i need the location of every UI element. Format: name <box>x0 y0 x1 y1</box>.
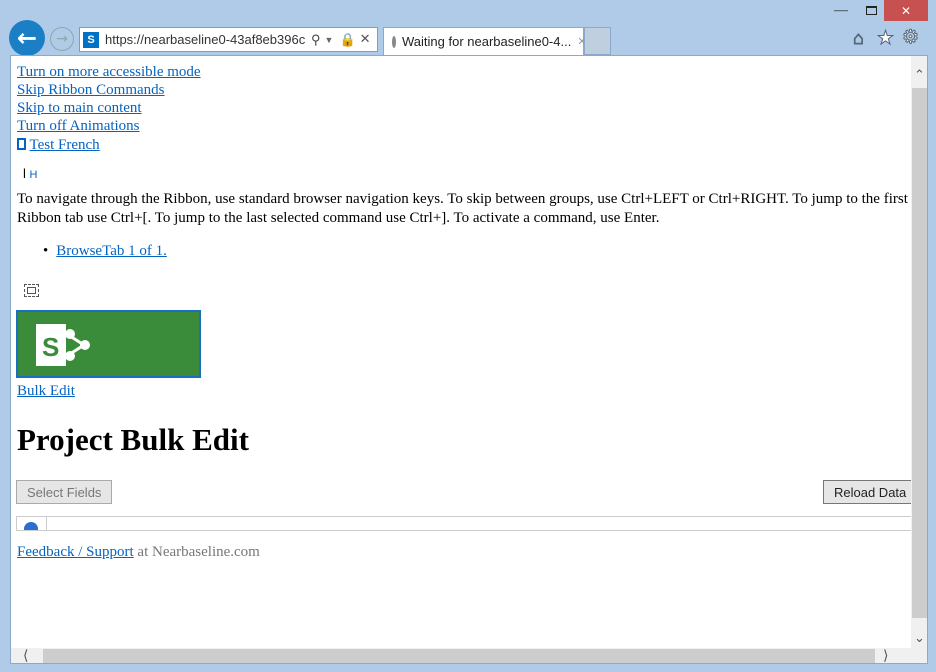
sharepoint-logo-icon: S <box>36 324 90 366</box>
accessible-mode-link[interactable]: Turn on more accessible mode <box>17 64 201 81</box>
vertical-scroll-thumb[interactable] <box>912 88 927 618</box>
maximize-button[interactable] <box>856 0 886 21</box>
forward-button[interactable]: → <box>50 27 74 51</box>
bulk-edit-link[interactable]: Bulk Edit <box>17 383 75 400</box>
skip-ribbon-link[interactable]: Skip Ribbon Commands <box>17 82 165 99</box>
language-switch[interactable]: Test French <box>17 137 100 154</box>
search-icon[interactable]: ⚲ <box>311 32 321 48</box>
back-arrow-icon: ← <box>16 24 38 52</box>
ribbon-tab-list: • BrowseTab 1 of 1. <box>43 243 167 259</box>
svg-text:S: S <box>42 332 59 362</box>
vertical-scrollbar[interactable]: ⌃ ⌄ <box>911 56 927 648</box>
browser-tab[interactable]: Waiting for nearbaseline0-4... ✕ <box>383 27 587 55</box>
horizontal-scrollbar[interactable]: ⟨ ⟩ <box>11 648 927 663</box>
lock-icon: 🔒 <box>339 31 356 47</box>
forward-arrow-icon: → <box>56 31 68 47</box>
footer-suffix: at Nearbaseline.com <box>133 544 260 560</box>
scroll-down-icon[interactable]: ⌄ <box>911 631 927 646</box>
site-logo[interactable]: S <box>16 310 201 378</box>
close-window-button[interactable]: ✕ <box>884 0 928 21</box>
sharepoint-icon: S <box>83 31 99 48</box>
language-icon <box>17 138 26 150</box>
horizontal-scroll-thumb[interactable] <box>43 649 875 663</box>
footer: Feedback / Support at Nearbaseline.com <box>17 544 260 561</box>
new-tab-button[interactable] <box>584 27 611 55</box>
scroll-up-icon[interactable]: ⌃ <box>911 56 927 88</box>
test-french-link[interactable]: Test French <box>29 137 99 153</box>
ribbon-help-text: To navigate through the Ribbon, use stan… <box>17 191 908 226</box>
minimize-button[interactable]: — <box>826 0 856 21</box>
ribbon-marker: l H <box>23 166 38 181</box>
animations-link[interactable]: Turn off Animations <box>17 118 140 135</box>
settings-gear-icon[interactable]: ⚙ <box>901 26 919 49</box>
fullscreen-icon[interactable] <box>24 284 39 297</box>
scroll-right-icon[interactable]: ⟩ <box>883 648 888 663</box>
dropdown-icon[interactable]: ▼ <box>325 35 334 45</box>
select-fields-button[interactable]: Select Fields <box>16 480 113 504</box>
reload-data-button[interactable]: Reload Data <box>823 480 918 504</box>
home-icon[interactable]: ⌂ <box>853 28 865 49</box>
tab-title: Waiting for nearbaseline0-4... <box>402 34 572 49</box>
loading-icon <box>392 35 396 48</box>
skip-main-link[interactable]: Skip to main content <box>17 100 142 117</box>
page-viewport: Turn on more accessible mode Skip Ribbon… <box>10 55 928 664</box>
address-bar[interactable]: S https://nearbaseline0-43af8eb396cb... … <box>79 27 378 52</box>
browse-tab-link[interactable]: BrowseTab 1 of 1. <box>56 243 167 259</box>
grid-area <box>16 516 916 531</box>
scroll-left-icon[interactable]: ⟨ <box>23 648 28 663</box>
page-title: Project Bulk Edit <box>17 422 249 457</box>
favorites-star-icon[interactable]: ★ <box>876 27 894 50</box>
address-text: https://nearbaseline0-43af8eb396cb... <box>105 32 305 47</box>
back-button[interactable]: ← <box>9 20 45 56</box>
stop-icon[interactable]: ✕ <box>360 32 371 47</box>
info-icon[interactable] <box>24 522 38 530</box>
feedback-support-link[interactable]: Feedback / Support <box>17 544 134 560</box>
marker-text: H <box>29 169 38 181</box>
